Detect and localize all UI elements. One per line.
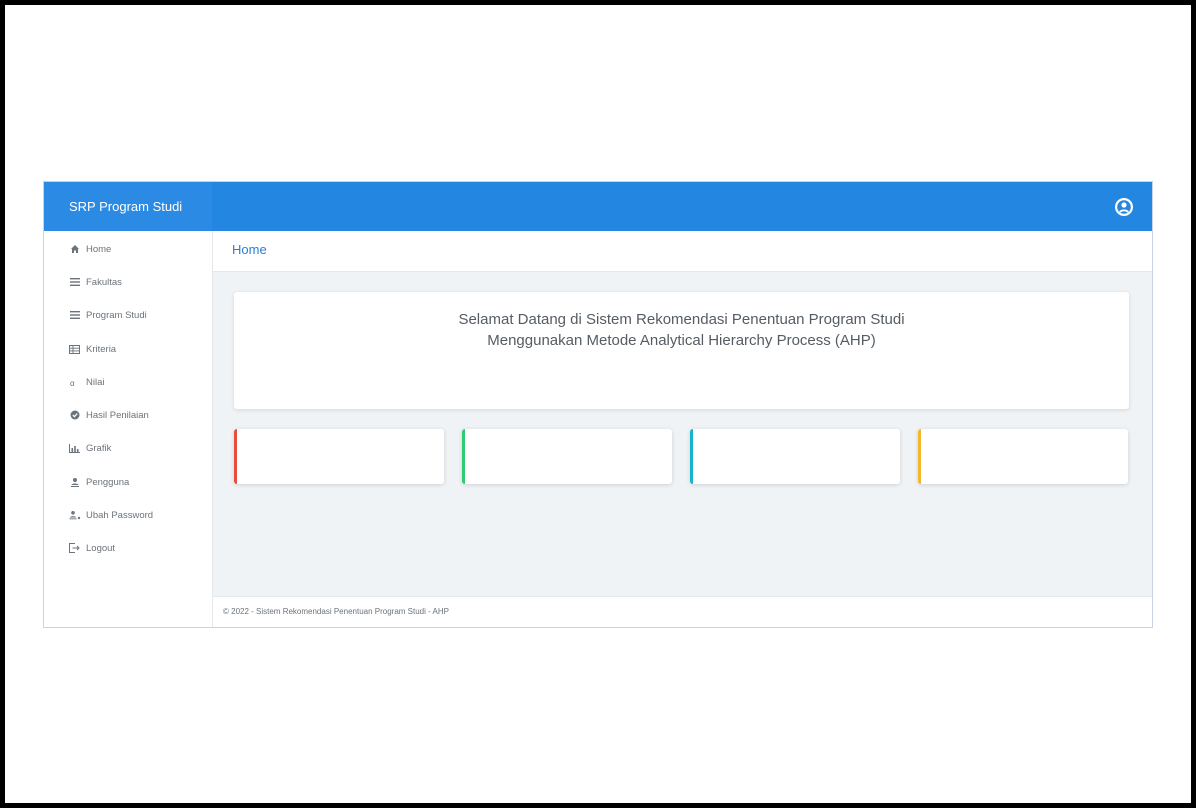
sidebar-item-label: Kriteria (86, 343, 117, 355)
sidebar-item-label: Logout (86, 542, 116, 554)
stat-card (234, 429, 444, 484)
sidebar-item-fakultas[interactable]: Fakultas (68, 274, 122, 290)
sidebar-item-hasil-penilaian[interactable]: Hasil Penilaian (68, 407, 149, 423)
sidebar-item-pengguna[interactable]: Pengguna (68, 474, 129, 490)
sidebar-item-label: Pengguna (86, 476, 130, 488)
list-icon (68, 276, 81, 288)
app-window: SRP Program Studi Home Fakultas Program … (43, 181, 1153, 628)
footer: © 2022 - Sistem Rekomendasi Penentuan Pr… (213, 596, 1152, 627)
list-icon (68, 309, 81, 321)
sidebar-item-label: Grafik (86, 442, 112, 454)
table-icon (68, 343, 81, 355)
sidebar-item-label: Ubah Password (86, 509, 154, 521)
main-content: Selamat Datang di Sistem Rekomendasi Pen… (213, 272, 1152, 596)
brand-logo[interactable]: SRP Program Studi (44, 182, 212, 231)
bar-chart-icon (68, 442, 81, 454)
welcome-title: Selamat Datang di Sistem Rekomendasi Pen… (458, 311, 905, 328)
stat-card (918, 429, 1128, 484)
sidebar-item-label: Hasil Penilaian (86, 409, 149, 421)
stat-card (462, 429, 672, 484)
sidebar-item-ubah-password[interactable]: Ubah Password (68, 507, 153, 523)
sidebar-item-label: Fakultas (86, 276, 122, 288)
sidebar-item-program-studi[interactable]: Program Studi (68, 307, 147, 323)
sidebar-item-logout[interactable]: Logout (68, 540, 115, 556)
sidebar-item-home[interactable]: Home (68, 241, 111, 257)
sidebar-item-label: Home (86, 243, 112, 255)
sidebar-item-label: Program Studi (86, 309, 147, 321)
sidebar-item-nilai[interactable]: α Nilai (68, 374, 105, 390)
logout-icon (68, 542, 81, 554)
user-account-icon[interactable] (1114, 197, 1134, 217)
svg-text:α: α (70, 379, 75, 387)
welcome-subtitle: Menggunakan Metode Analytical Hierarchy … (487, 332, 876, 349)
sidebar-item-label: Nilai (86, 376, 105, 388)
sidebar: Home Fakultas Program Studi Kriteria α N… (44, 231, 213, 627)
check-circle-icon (68, 409, 81, 421)
breadcrumb-bar: Home (213, 231, 1152, 272)
user-icon (68, 476, 81, 488)
welcome-card: Selamat Datang di Sistem Rekomendasi Pen… (234, 292, 1129, 409)
top-navbar: SRP Program Studi (44, 182, 1152, 231)
home-icon (68, 243, 81, 255)
sort-icon: α (68, 376, 81, 388)
user-key-icon (68, 509, 81, 521)
breadcrumb[interactable]: Home (232, 242, 267, 257)
sidebar-item-grafik[interactable]: Grafik (68, 440, 111, 456)
sidebar-item-kriteria[interactable]: Kriteria (68, 341, 116, 357)
stat-card (690, 429, 900, 484)
